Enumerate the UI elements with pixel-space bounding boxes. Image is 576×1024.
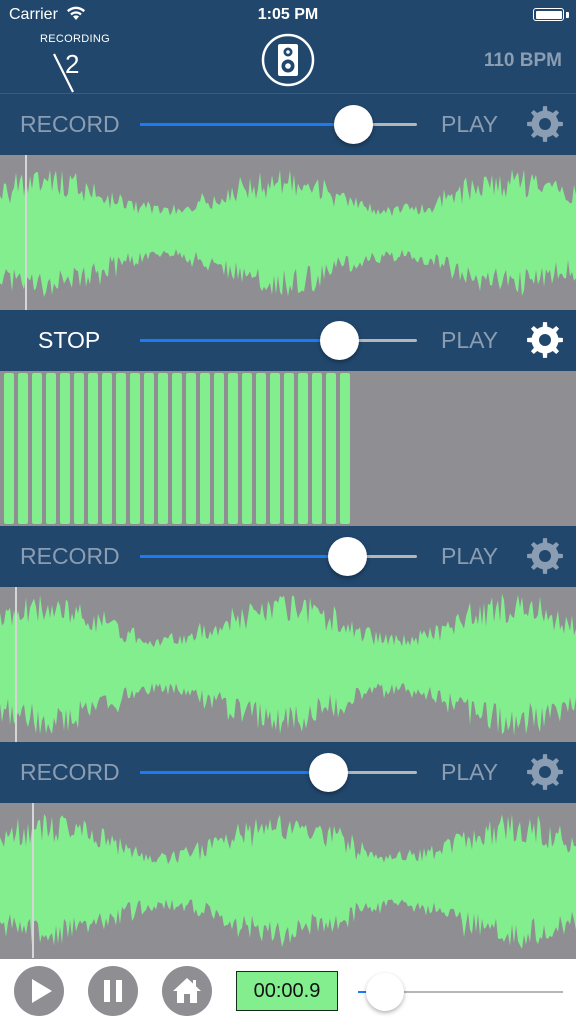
track-1-waveform[interactable] (0, 155, 576, 310)
volume-slider-fill (140, 771, 329, 774)
volume-slider[interactable] (140, 105, 417, 144)
track-4-waveform[interactable] (0, 803, 576, 959)
status-bar: Carrier 1:05 PM (0, 0, 576, 30)
recording-number: 2 (65, 49, 79, 79)
loop-bar (228, 373, 238, 524)
playhead[interactable] (31, 803, 34, 958)
play-button[interactable]: PLAY (441, 526, 498, 587)
volume-slider-knob[interactable] (308, 753, 348, 792)
loop-bar (270, 373, 280, 524)
position-slider-knob[interactable] (365, 973, 404, 1011)
play-button[interactable]: PLAY (441, 310, 498, 371)
recording-number-display: 2 (53, 49, 79, 93)
loop-bar (102, 373, 112, 524)
track-3-waveform[interactable] (0, 587, 576, 742)
loop-bar (4, 373, 14, 524)
loop-bar (158, 373, 168, 524)
loop-bar (144, 373, 154, 524)
volume-slider[interactable] (140, 537, 417, 576)
gear-icon[interactable] (525, 752, 565, 792)
speaker-icon[interactable] (261, 33, 315, 87)
track-4-controls: RECORD PLAY (0, 742, 576, 803)
playhead[interactable] (24, 155, 27, 310)
volume-slider-fill (140, 339, 340, 342)
track-2-loop-meter[interactable] (0, 371, 576, 526)
time-counter: 00:00.9 (236, 971, 338, 1011)
play-button[interactable]: PLAY (441, 742, 498, 803)
loop-bar (172, 373, 182, 524)
play-icon[interactable] (14, 966, 64, 1016)
battery-tip (566, 12, 569, 18)
pause-icon[interactable] (88, 966, 138, 1016)
loop-bar (130, 373, 140, 524)
record-button[interactable]: RECORD (20, 94, 120, 155)
loop-bar (340, 373, 350, 524)
loop-bar (46, 373, 56, 524)
loop-bar (186, 373, 196, 524)
home-icon[interactable] (162, 966, 212, 1016)
loop-bar (298, 373, 308, 524)
battery-icon (533, 8, 564, 21)
loop-bar (74, 373, 84, 524)
volume-slider-knob[interactable] (319, 321, 359, 360)
stop-button[interactable]: STOP (38, 310, 100, 371)
loop-bar (256, 373, 266, 524)
record-button[interactable]: RECORD (20, 526, 120, 587)
play-button[interactable]: PLAY (441, 94, 498, 155)
position-slider-track[interactable] (378, 991, 563, 993)
track-3-controls: RECORD PLAY (0, 526, 576, 587)
loop-bar (312, 373, 322, 524)
gear-icon[interactable] (525, 104, 565, 144)
loop-bar (116, 373, 126, 524)
volume-slider-fill (140, 555, 348, 558)
volume-slider[interactable] (140, 321, 417, 360)
gear-icon[interactable] (525, 320, 565, 360)
record-button[interactable]: RECORD (20, 742, 120, 803)
loop-bar (326, 373, 336, 524)
loop-bar (242, 373, 252, 524)
waveform (0, 593, 576, 736)
loop-bar (32, 373, 42, 524)
volume-slider-fill (140, 123, 354, 126)
app-header: Carrier 1:05 PM RECORDING 2 110 BPM (0, 0, 576, 94)
waveform (0, 169, 576, 297)
volume-slider-knob[interactable] (333, 105, 373, 144)
track-2-controls: STOP PLAY (0, 310, 576, 371)
waveform (0, 813, 576, 949)
volume-slider-knob[interactable] (328, 537, 368, 576)
loop-bar (214, 373, 224, 524)
loop-bar (60, 373, 70, 524)
track-1-controls: RECORD PLAY (0, 94, 576, 155)
loop-bar (284, 373, 294, 524)
playhead[interactable] (14, 587, 17, 742)
bpm-display[interactable]: 110 BPM (484, 50, 562, 72)
recording-label: RECORDING (40, 33, 110, 45)
loop-bar (88, 373, 98, 524)
clock: 1:05 PM (257, 6, 319, 23)
volume-slider[interactable] (140, 753, 417, 792)
gear-icon[interactable] (525, 536, 565, 576)
loop-bar (200, 373, 210, 524)
loop-bar (18, 373, 28, 524)
